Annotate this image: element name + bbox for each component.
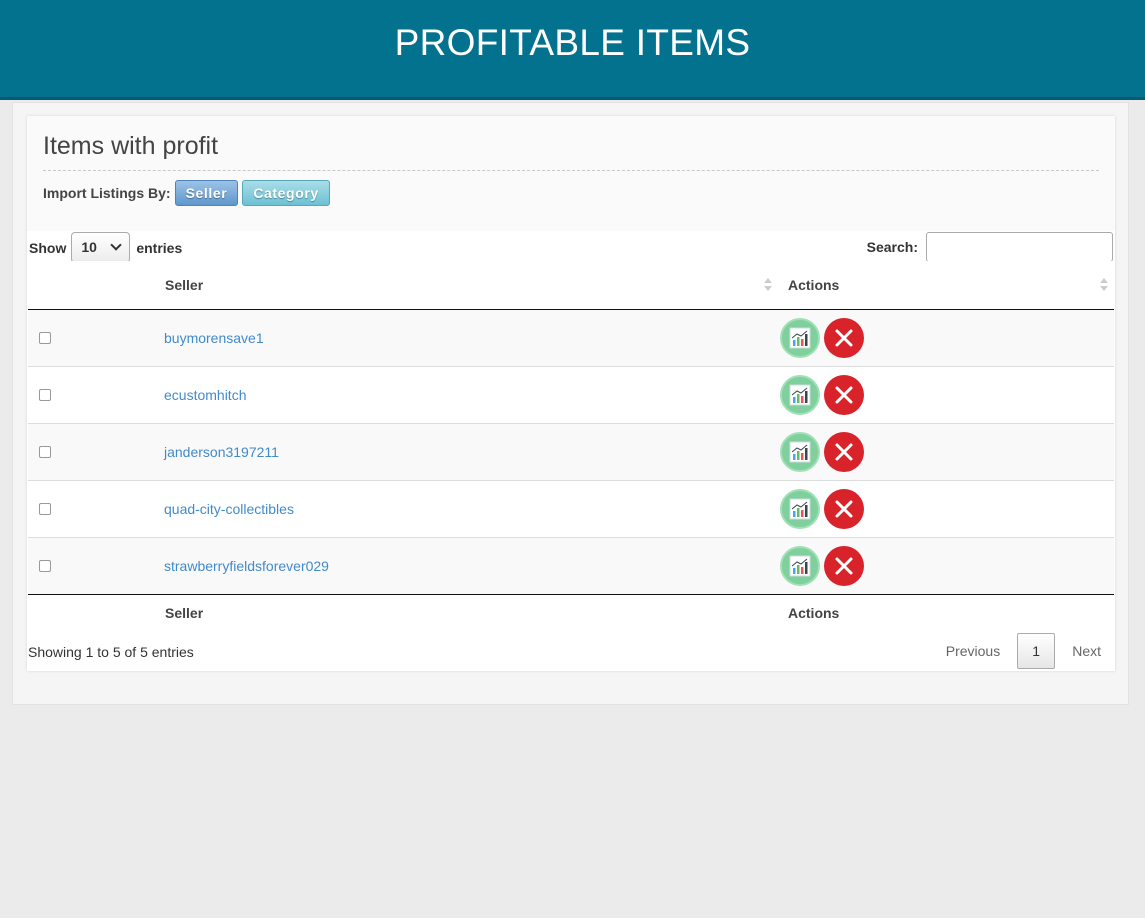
pagination: Previous 1 Next xyxy=(932,633,1115,669)
seller-column-header[interactable]: Seller xyxy=(158,261,778,310)
actions-cell xyxy=(778,366,1114,423)
search-control: Search: xyxy=(867,232,1113,262)
delete-icon[interactable] xyxy=(824,374,864,415)
actions-column-footer: Actions xyxy=(778,593,1114,632)
seller-column-label: Seller xyxy=(165,276,204,293)
actions-column-label: Actions xyxy=(788,276,840,293)
seller-cell: ecustomhitch xyxy=(158,366,778,423)
table-controls: Show 10 entries Search: xyxy=(27,231,1115,263)
row-checkbox[interactable] xyxy=(39,445,51,458)
entries-info: Showing 1 to 5 of 5 entries xyxy=(28,644,194,660)
previous-page-button[interactable]: Previous xyxy=(932,643,1014,659)
seller-link[interactable]: strawberryfieldsforever029 xyxy=(164,558,329,574)
chart-icon[interactable] xyxy=(780,431,820,472)
actions-cell xyxy=(778,423,1114,480)
seller-cell: strawberryfieldsforever029 xyxy=(158,537,778,594)
table-row: janderson3197211 xyxy=(28,423,1114,480)
panel-header: Items with profit Import Listings By: Se… xyxy=(27,116,1115,231)
row-checkbox[interactable] xyxy=(39,559,51,572)
seller-cell: quad-city-collectibles xyxy=(158,480,778,537)
table-row: ecustomhitch xyxy=(28,366,1114,423)
search-input[interactable] xyxy=(926,232,1113,262)
content-wrapper: Items with profit Import Listings By: Se… xyxy=(12,102,1129,705)
select-column-footer xyxy=(28,593,158,632)
table-row: quad-city-collectibles xyxy=(28,480,1114,537)
seller-column-footer: Seller xyxy=(158,593,778,632)
panel-title: Items with profit xyxy=(43,116,1099,171)
row-actions xyxy=(780,545,1114,586)
sort-icon xyxy=(764,278,772,292)
next-page-button[interactable]: Next xyxy=(1058,643,1115,659)
page-title: PROFITABLE ITEMS xyxy=(394,22,751,63)
seller-cell: janderson3197211 xyxy=(158,423,778,480)
import-by-category-button[interactable]: Category xyxy=(242,180,330,206)
row-select-cell xyxy=(28,366,158,423)
table-footer-row: Seller Actions xyxy=(28,593,1114,632)
page-length-value: 10 xyxy=(81,239,97,255)
table-row: buymorensave1 xyxy=(28,309,1114,366)
chevron-down-icon xyxy=(110,239,123,251)
seller-link[interactable]: buymorensave1 xyxy=(164,330,264,346)
actions-cell xyxy=(778,309,1114,366)
row-actions xyxy=(780,374,1114,415)
row-actions xyxy=(780,431,1114,472)
actions-cell xyxy=(778,480,1114,537)
chart-icon[interactable] xyxy=(780,488,820,529)
sellers-table: Seller Actions buymorensave1 ecustomhitc… xyxy=(28,261,1114,632)
import-listings-label: Import Listings By: xyxy=(43,185,171,201)
entries-label: entries xyxy=(136,239,183,256)
chart-icon[interactable] xyxy=(780,374,820,415)
table-header-row: Seller Actions xyxy=(28,261,1114,310)
row-select-cell xyxy=(28,423,158,480)
delete-icon[interactable] xyxy=(824,545,864,586)
seller-link[interactable]: quad-city-collectibles xyxy=(164,501,294,517)
row-checkbox[interactable] xyxy=(39,388,51,401)
page-length-select[interactable]: 10 xyxy=(71,232,131,263)
page-1-button[interactable]: 1 xyxy=(1017,633,1056,669)
items-panel: Items with profit Import Listings By: Se… xyxy=(27,116,1115,671)
row-checkbox[interactable] xyxy=(39,502,51,515)
actions-column-header[interactable]: Actions xyxy=(778,261,1114,310)
table-footer-controls: Showing 1 to 5 of 5 entries Previous 1 N… xyxy=(27,632,1115,676)
row-select-cell xyxy=(28,309,158,366)
actions-cell xyxy=(778,537,1114,594)
row-select-cell xyxy=(28,537,158,594)
seller-cell: buymorensave1 xyxy=(158,309,778,366)
delete-icon[interactable] xyxy=(824,488,864,529)
select-column-header xyxy=(28,261,158,310)
delete-icon[interactable] xyxy=(824,317,864,358)
delete-icon[interactable] xyxy=(824,431,864,472)
import-by-seller-button[interactable]: Seller xyxy=(174,180,239,206)
row-actions xyxy=(780,317,1114,358)
table-row: strawberryfieldsforever029 xyxy=(28,537,1114,594)
search-label: Search: xyxy=(866,239,918,255)
page-length-control: Show 10 entries xyxy=(29,232,182,263)
seller-link[interactable]: janderson3197211 xyxy=(164,444,279,460)
seller-link[interactable]: ecustomhitch xyxy=(164,387,246,403)
app-header: PROFITABLE ITEMS xyxy=(0,0,1145,100)
row-actions xyxy=(780,488,1114,529)
row-select-cell xyxy=(28,480,158,537)
row-checkbox[interactable] xyxy=(39,331,51,344)
import-listings-row: Import Listings By: Seller Category xyxy=(43,180,1099,206)
chart-icon[interactable] xyxy=(780,545,820,586)
show-label: Show xyxy=(29,239,67,256)
sort-icon xyxy=(1100,278,1108,292)
chart-icon[interactable] xyxy=(780,317,820,358)
